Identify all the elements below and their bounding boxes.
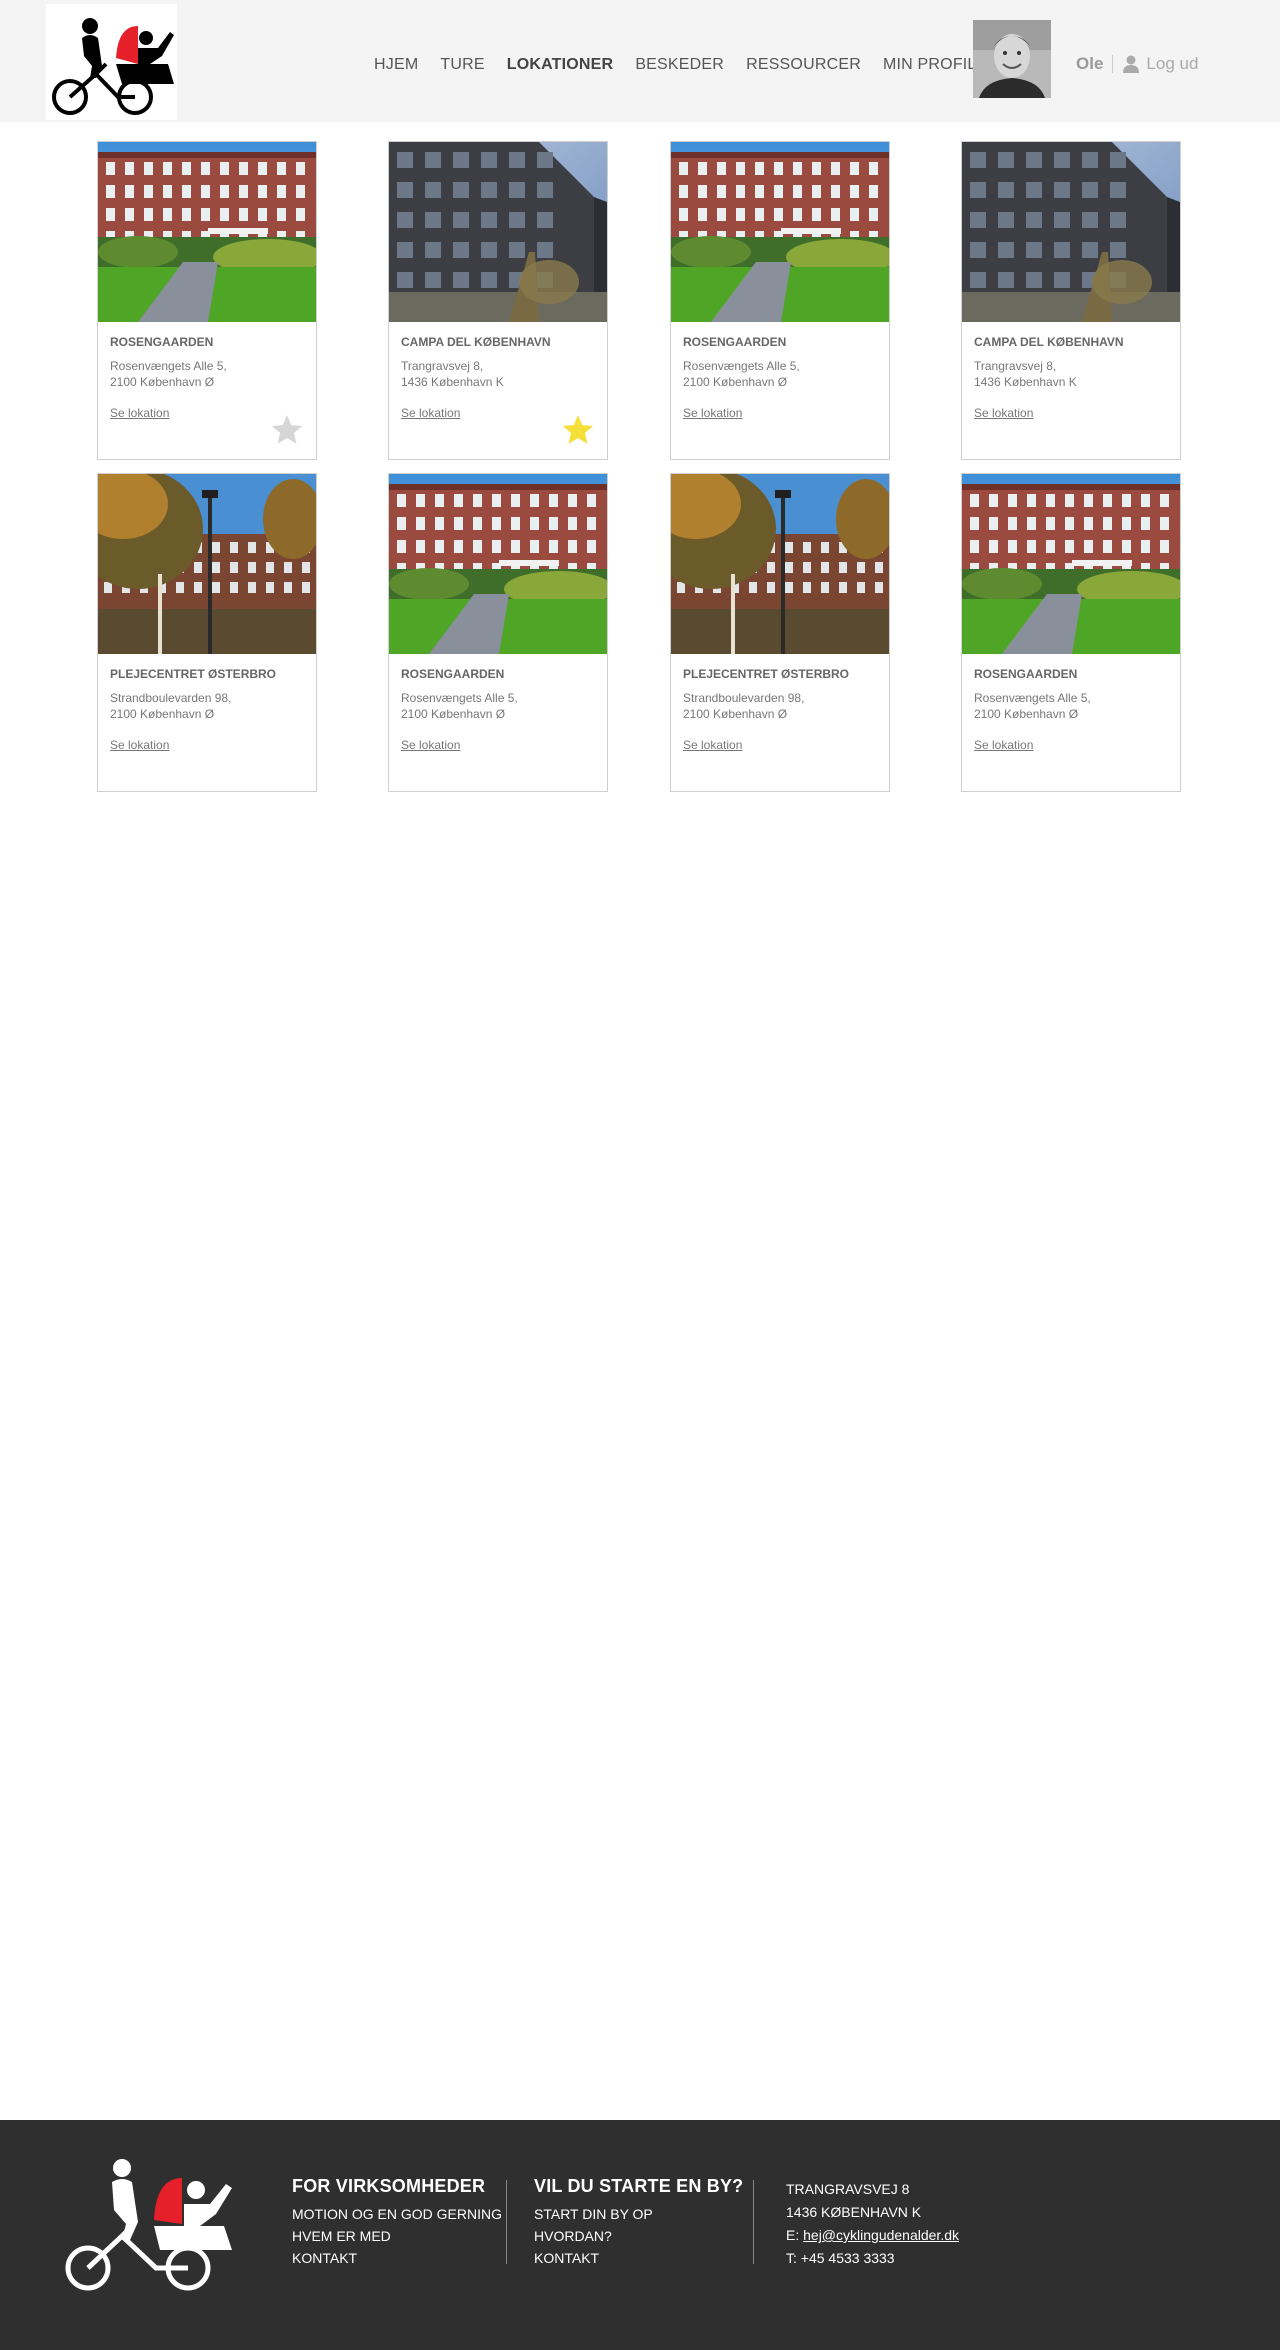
nav-item-min-profil[interactable]: MIN PROFIL: [883, 56, 977, 74]
divider: [1112, 55, 1114, 73]
address-line: Trangravsvej 8,: [974, 359, 1057, 373]
main-nav: HJEM TURE LOKATIONER BESKEDER RESSOURCER…: [374, 54, 999, 76]
nav-item-beskeder[interactable]: BESKEDER: [635, 56, 724, 74]
contact-city: 1436 KØBENHAVN K: [786, 2204, 922, 2220]
footer-link[interactable]: START DIN BY OP: [534, 2203, 743, 2225]
see-location-link[interactable]: Se lokation: [401, 406, 460, 420]
location-card: PLEJECENTRET ØSTERBRO Strandboulevarden 9…: [97, 473, 317, 792]
nav-item-lokationer[interactable]: LOKATIONER: [507, 56, 614, 74]
location-address: Strandboulevarden 98, 2100 København Ø: [683, 690, 804, 722]
address-line: Trangravsvej 8,: [401, 359, 484, 373]
location-photo[interactable]: [389, 474, 607, 654]
address-line: Rosenvængets Alle 5,: [110, 359, 227, 373]
see-location-link[interactable]: Se lokation: [401, 738, 460, 752]
contact-email-row: E: hej@cyklingudenalder.dk: [786, 2224, 959, 2247]
nav-item-ressourcer[interactable]: RESSOURCER: [746, 56, 861, 74]
location-card: ROSENGAARDEN Rosenvængets Alle 5, 2100 Køb…: [961, 473, 1181, 792]
location-card: CAMPA DEL KØBENHAVN Trangravsvej 8, 1436 K…: [388, 141, 608, 460]
footer-col-title: FOR VIRKSOMHEDER: [292, 2176, 486, 2196]
location-photo[interactable]: [671, 474, 889, 654]
footer-link[interactable]: KONTAKT: [292, 2247, 502, 2269]
address-line: 2100 København Ø: [110, 707, 215, 721]
location-address: Rosenvængets Alle 5, 2100 København Ø: [974, 690, 1091, 722]
location-photo[interactable]: [98, 142, 316, 322]
location-name: ROSENGAARDEN: [974, 667, 1078, 681]
footer-link[interactable]: KONTAKT: [534, 2247, 743, 2269]
see-location-link[interactable]: Se lokation: [683, 406, 742, 420]
location-address: Trangravsvej 8, 1436 København K: [974, 358, 1077, 390]
location-card: PLEJECENTRET ØSTERBRO Strandboulevarden 9…: [670, 473, 890, 792]
address-line: 1436 København K: [401, 375, 504, 389]
avatar-photo-icon: [973, 20, 1051, 98]
address-line: Rosenvængets Alle 5,: [683, 359, 800, 373]
address-line: 2100 København Ø: [110, 375, 215, 389]
address-line: Rosenvængets Alle 5,: [974, 691, 1091, 705]
avatar[interactable]: [973, 20, 1051, 98]
location-address: Rosenvængets Alle 5, 2100 København Ø: [401, 690, 518, 722]
address-line: 2100 København Ø: [683, 375, 788, 389]
contact-phone: T: +45 4533 3333: [786, 2250, 895, 2266]
location-address: Trangravsvej 8, 1436 København K: [401, 358, 504, 390]
footer-divider: [506, 2180, 507, 2264]
footer-col-companies: FOR VIRKSOMHEDER MOTION OG EN GOD GERNIN…: [292, 2176, 502, 2269]
see-location-link[interactable]: Se lokation: [110, 738, 169, 752]
address-line: 2100 København Ø: [683, 707, 788, 721]
address-line: Strandboulevarden 98,: [683, 691, 805, 705]
location-name: ROSENGAARDEN: [683, 335, 787, 349]
see-location-link[interactable]: Se lokation: [110, 406, 169, 420]
location-address: Strandboulevarden 98, 2100 København Ø: [110, 690, 231, 722]
address-line: Rosenvængets Alle 5,: [401, 691, 518, 705]
location-card: CAMPA DEL KØBENHAVN Trangravsvej 8, 1436 K…: [961, 141, 1181, 460]
location-photo[interactable]: [962, 142, 1180, 322]
contact-email-prefix: E:: [786, 2227, 804, 2243]
location-name: CAMPA DEL KØBENHAVN: [401, 335, 551, 349]
location-photo[interactable]: [962, 474, 1180, 654]
favorite-star-icon[interactable]: [561, 414, 595, 451]
user-area: Ole Log ud: [1076, 52, 1198, 76]
location-address: Rosenvængets Alle 5, 2100 København Ø: [683, 358, 800, 390]
footer-logo[interactable]: [60, 2154, 240, 2299]
footer-divider: [753, 2180, 754, 2264]
logout-label: Log ud: [1146, 54, 1199, 73]
address-line: 2100 København Ø: [974, 707, 1079, 721]
location-name: ROSENGAARDEN: [401, 667, 505, 681]
trishaw-logo-icon: [52, 18, 174, 115]
location-name: ROSENGAARDEN: [110, 335, 214, 349]
logout-button[interactable]: Log ud: [1122, 54, 1198, 74]
location-card: ROSENGAARDEN Rosenvængets Alle 5, 2100 Køb…: [388, 473, 608, 792]
location-name: PLEJECENTRET ØSTERBRO: [683, 667, 850, 681]
contact-email-link[interactable]: hej@cyklingudenalder.dk: [803, 2227, 959, 2243]
address-line: 2100 København Ø: [401, 707, 506, 721]
see-location-link[interactable]: Se lokation: [683, 738, 742, 752]
footer-contact: TRANGRAVSVEJ 8 1436 KØBENHAVN K E: hej@c…: [786, 2178, 959, 2270]
site-logo[interactable]: [46, 4, 177, 120]
location-address: Rosenvængets Alle 5, 2100 København Ø: [110, 358, 227, 390]
footer-col-start-city: VIL DU STARTE EN BY? START DIN BY OP HVO…: [534, 2176, 743, 2269]
nav-item-ture[interactable]: TURE: [440, 56, 484, 74]
user-name: Ole: [1076, 54, 1104, 73]
address-line: Strandboulevarden 98,: [110, 691, 232, 705]
address-line: 1436 København K: [974, 375, 1077, 389]
footer-link[interactable]: HVORDAN?: [534, 2225, 743, 2247]
footer-link[interactable]: HVEM ER MED: [292, 2225, 502, 2247]
location-name: CAMPA DEL KØBENHAVN: [974, 335, 1124, 349]
see-location-link[interactable]: Se lokation: [974, 738, 1033, 752]
location-photo[interactable]: [671, 142, 889, 322]
user-icon: [1123, 55, 1140, 73]
footer-col-title: VIL DU STARTE EN BY?: [534, 2176, 744, 2196]
location-photo[interactable]: [98, 474, 316, 654]
location-name: PLEJECENTRET ØSTERBRO: [110, 667, 277, 681]
nav-item-hjem[interactable]: HJEM: [374, 56, 418, 74]
see-location-link[interactable]: Se lokation: [974, 406, 1033, 420]
trishaw-logo-icon: [65, 2159, 232, 2291]
footer-link[interactable]: MOTION OG EN GOD GERNING: [292, 2203, 502, 2225]
favorite-star-icon[interactable]: [270, 414, 304, 451]
location-card: ROSENGAARDEN Rosenvængets Alle 5, 2100 Køb…: [670, 141, 890, 460]
location-card: ROSENGAARDEN Rosenvængets Alle 5, 2100 Køb…: [97, 141, 317, 460]
contact-street: TRANGRAVSVEJ 8: [786, 2181, 910, 2197]
site-header: HJEM TURE LOKATIONER BESKEDER RESSOURCER…: [0, 0, 1280, 122]
site-footer: FOR VIRKSOMHEDER MOTION OG EN GOD GERNIN…: [0, 2120, 1280, 2350]
location-photo[interactable]: [389, 142, 607, 322]
